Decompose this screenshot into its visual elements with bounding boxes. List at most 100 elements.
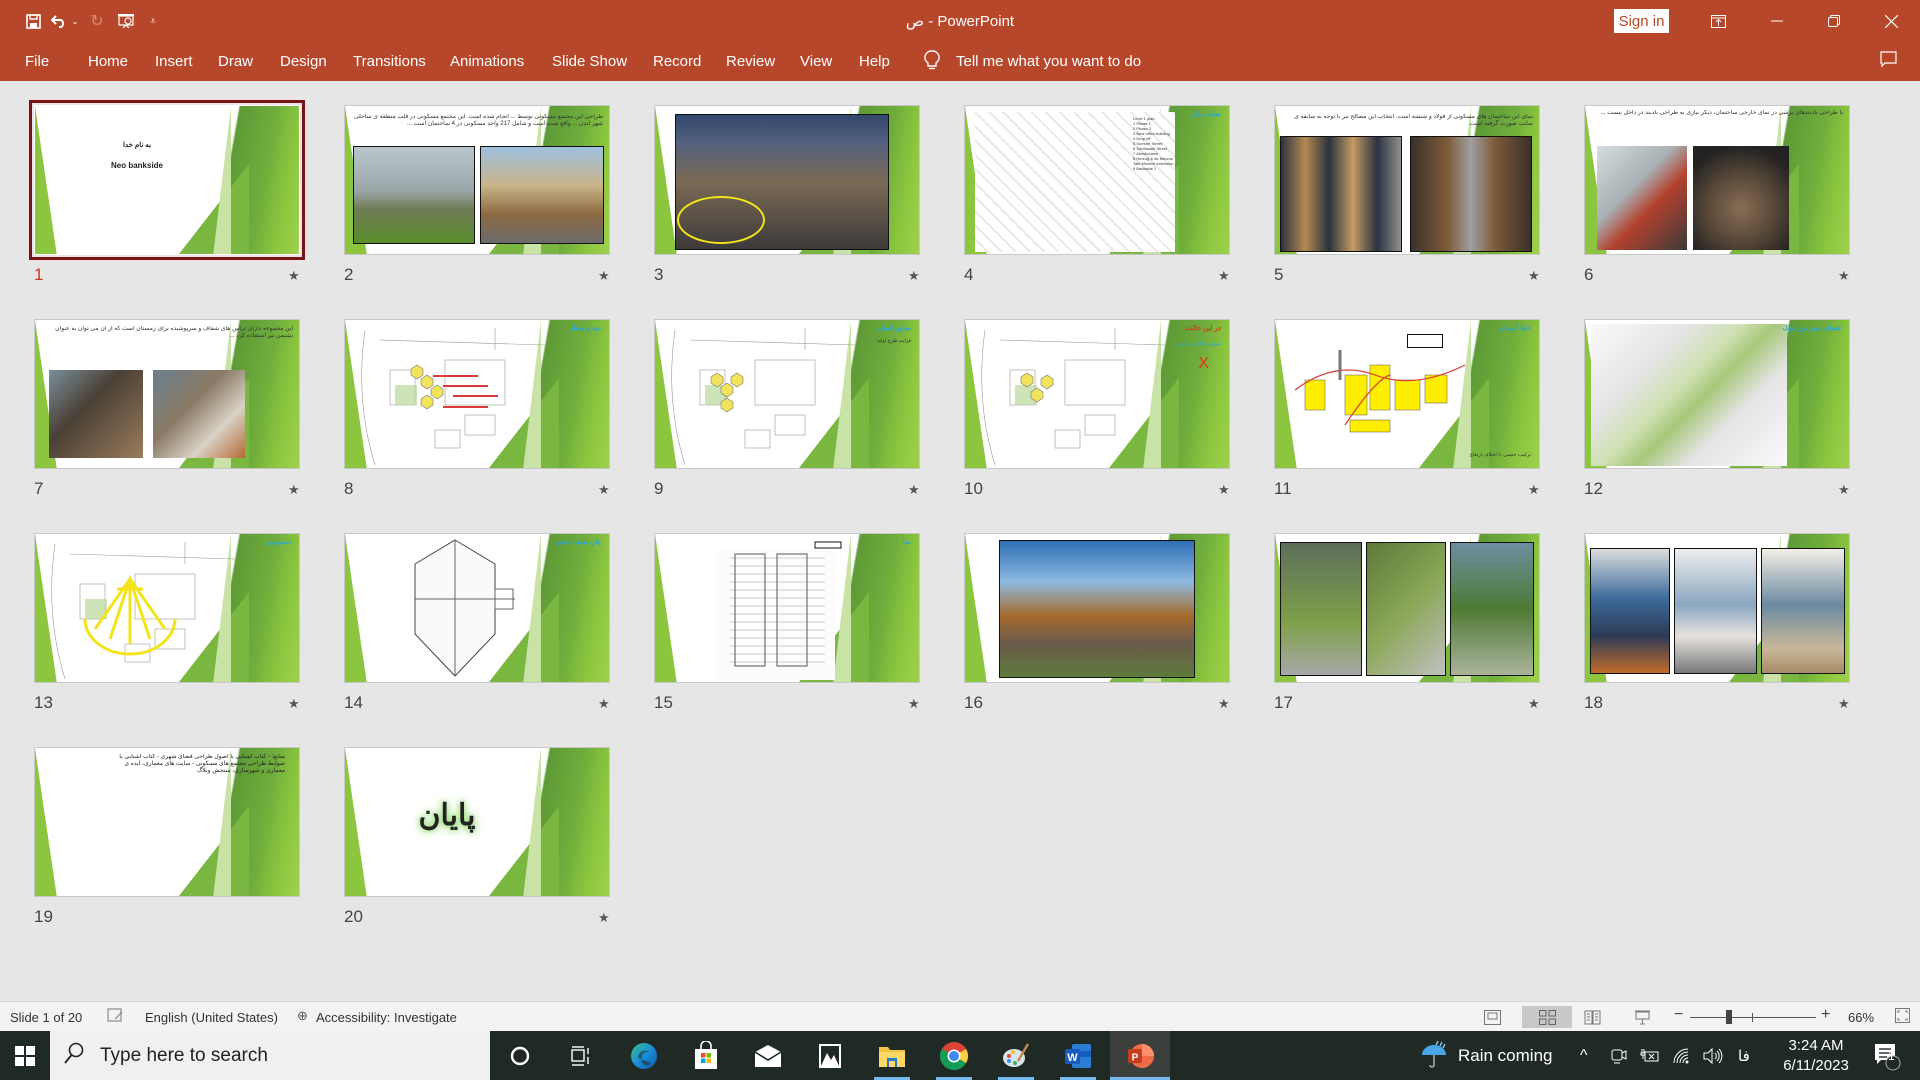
slide-thumbnail-19[interactable]: منابع: - کتاب آشنایی با اصول طراحی فضای …: [34, 747, 300, 897]
weather-widget[interactable]: Rain coming: [1420, 1031, 1553, 1080]
tab-file[interactable]: File: [25, 53, 49, 70]
slide-thumbnail-16[interactable]: [964, 533, 1230, 683]
file-explorer-icon[interactable]: [868, 1031, 916, 1080]
transition-star-icon[interactable]: ★: [1218, 696, 1230, 712]
zoom-slider-track[interactable]: [1690, 1017, 1816, 1018]
close-icon[interactable]: [1868, 5, 1914, 37]
language[interactable]: English (United States): [145, 1010, 278, 1025]
notifications-icon[interactable]: 1: [1872, 1031, 1902, 1080]
slide-thumbnail-1[interactable]: به نام خدا Neo bankside: [29, 100, 305, 260]
slide-thumbnail-12[interactable]: فضای سبز بین بلوک: [1584, 319, 1850, 469]
notes-icon[interactable]: [107, 1008, 124, 1026]
zoom-level[interactable]: 66%: [1848, 1010, 1874, 1025]
input-language[interactable]: فا: [1738, 1031, 1750, 1080]
show-hidden-icons-button[interactable]: ^: [1580, 1031, 1588, 1080]
word-icon[interactable]: W: [1054, 1031, 1102, 1080]
tab-animations[interactable]: Animations: [450, 53, 524, 70]
mail-icon[interactable]: [744, 1031, 792, 1080]
battery-unplugged-icon[interactable]: [1640, 1031, 1660, 1080]
slide-thumbnail-20[interactable]: پایان: [344, 747, 610, 897]
tab-record[interactable]: Record: [653, 53, 701, 70]
transition-star-icon[interactable]: ★: [908, 268, 920, 284]
taskbar-search[interactable]: Type here to search: [50, 1031, 490, 1080]
transition-star-icon[interactable]: ★: [908, 482, 920, 498]
transition-star-icon[interactable]: ★: [288, 696, 300, 712]
windows-start-icon[interactable]: [0, 1031, 50, 1080]
paint-icon[interactable]: [992, 1031, 1040, 1080]
slide-thumbnail-15[interactable]: نما: [654, 533, 920, 683]
tab-design[interactable]: Design: [280, 53, 327, 70]
slide-number: 3: [654, 265, 664, 284]
sign-in-button[interactable]: Sign in: [1614, 9, 1669, 33]
wifi-icon[interactable]: [1672, 1031, 1692, 1080]
microsoft-store-icon[interactable]: [682, 1031, 730, 1080]
slide-thumbnail-10[interactable]: در این حالت ستون های مرکزی X: [964, 319, 1230, 469]
transition-star-icon[interactable]: ★: [598, 696, 610, 712]
transition-star-icon[interactable]: ★: [288, 482, 300, 498]
zoom-in-button[interactable]: +: [1821, 1006, 1830, 1024]
cortana-icon[interactable]: [496, 1031, 544, 1080]
slide-thumbnail-2[interactable]: طراحی این مجتمع مسکونی توسط ... انجام شد…: [344, 105, 610, 255]
photo-tree-courtyard: [353, 146, 475, 244]
slide-thumbnail-13[interactable]: دسترسی: [34, 533, 300, 683]
tell-me-search[interactable]: Tell me what you want to do: [956, 53, 1141, 70]
transition-star-icon[interactable]: ★: [1218, 268, 1230, 284]
slide-label: خط آسمان: [1498, 325, 1531, 332]
slide-body-text: منابع: - کتاب آشنایی با اصول طراحی فضای …: [119, 754, 285, 774]
minimize-icon[interactable]: [1754, 5, 1800, 37]
tab-review[interactable]: Review: [726, 53, 775, 70]
transition-star-icon[interactable]: ★: [598, 910, 610, 926]
slide-thumbnail-7[interactable]: این مجموعه دارای تراس های شفاف و سرپوشید…: [34, 319, 300, 469]
accessibility-icon[interactable]: ⊕: [297, 1008, 308, 1024]
tab-transitions[interactable]: Transitions: [353, 53, 426, 70]
normal-view-button[interactable]: [1472, 1006, 1512, 1028]
slide-thumbnail-14[interactable]: پلان طبقات تیپ: [344, 533, 610, 683]
meet-now-icon[interactable]: [1610, 1031, 1628, 1080]
edge-icon[interactable]: [620, 1031, 668, 1080]
slide-thumbnail-8[interactable]: دید و منظر: [344, 319, 610, 469]
tab-home[interactable]: Home: [88, 53, 128, 70]
task-view-icon[interactable]: [556, 1031, 604, 1080]
slide-thumbnail-9[interactable]: محور اصلی فرایند طرح اولیه: [654, 319, 920, 469]
chrome-icon[interactable]: [930, 1031, 978, 1080]
fit-to-window-icon[interactable]: [1895, 1008, 1910, 1026]
slide-position[interactable]: Slide 1 of 20: [10, 1010, 82, 1025]
zoom-out-button[interactable]: −: [1674, 1006, 1683, 1024]
slide-thumbnail-11[interactable]: خط آسمان ترکیب حجمی با اختلاف ارتفاع: [1274, 319, 1540, 469]
transition-star-icon[interactable]: ★: [1528, 268, 1540, 284]
slide-show-button[interactable]: [1622, 1006, 1662, 1028]
clock[interactable]: 3:24 AM 6/11/2023: [1770, 1031, 1862, 1080]
reading-view-button[interactable]: [1572, 1006, 1612, 1028]
photos-icon[interactable]: [806, 1031, 854, 1080]
tab-help[interactable]: Help: [859, 53, 890, 70]
tab-view[interactable]: View: [800, 53, 832, 70]
powerpoint-icon[interactable]: P: [1110, 1031, 1170, 1080]
accessibility-status[interactable]: Accessibility: Investigate: [316, 1010, 457, 1025]
ribbon-display-options-icon[interactable]: [1695, 5, 1741, 37]
tab-slide-show[interactable]: Slide Show: [552, 53, 627, 70]
slide-thumbnail-3[interactable]: [654, 105, 920, 255]
slide-thumbnail-6[interactable]: با طراحی بادبندهای برشی در نمای خارجی سا…: [1584, 105, 1850, 255]
transition-star-icon[interactable]: ★: [1528, 696, 1540, 712]
tab-insert[interactable]: Insert: [155, 53, 193, 70]
comments-icon[interactable]: [1880, 51, 1897, 72]
transition-star-icon[interactable]: ★: [1838, 696, 1850, 712]
slide-sorter-view-button[interactable]: [1522, 1006, 1572, 1028]
slide-thumbnail-4[interactable]: سایت پلان Level 1 plan 1 Phase 12 Phase 23…: [964, 105, 1230, 255]
slide-thumbnail-17[interactable]: [1274, 533, 1540, 683]
volume-icon[interactable]: [1702, 1031, 1724, 1080]
restore-icon[interactable]: [1811, 5, 1857, 37]
transition-star-icon[interactable]: ★: [1838, 268, 1850, 284]
photo-apartment-living: [1590, 548, 1670, 674]
slide-thumbnail-5[interactable]: نمای این ساختمان های مسکونی از فولاد و ش…: [1274, 105, 1540, 255]
tab-draw[interactable]: Draw: [218, 53, 253, 70]
transition-star-icon[interactable]: ★: [598, 268, 610, 284]
transition-star-icon[interactable]: ★: [1218, 482, 1230, 498]
transition-star-icon[interactable]: ★: [288, 268, 300, 284]
transition-star-icon[interactable]: ★: [1838, 482, 1850, 498]
transition-star-icon[interactable]: ★: [908, 696, 920, 712]
transition-star-icon[interactable]: ★: [598, 482, 610, 498]
slide-thumbnail-18[interactable]: [1584, 533, 1850, 683]
transition-star-icon[interactable]: ★: [1528, 482, 1540, 498]
zoom-slider-thumb[interactable]: [1725, 1010, 1732, 1024]
